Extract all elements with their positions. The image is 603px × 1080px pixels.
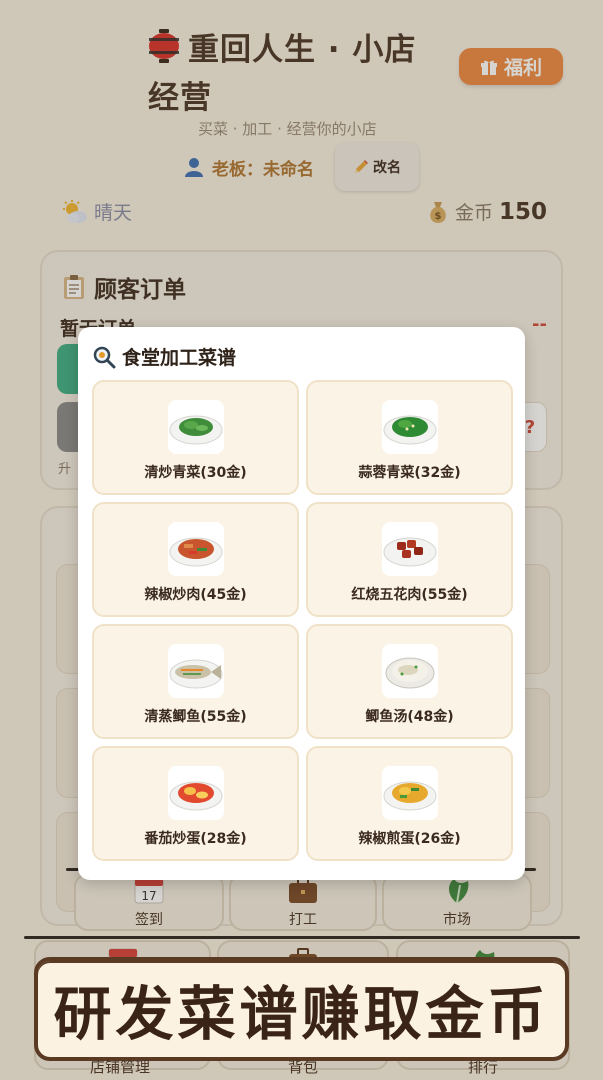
gift-icon bbox=[480, 58, 498, 76]
boss-name: 未命名 bbox=[263, 159, 314, 180]
nav-work-label: 打工 bbox=[289, 912, 317, 928]
nav-market-label: 市场 bbox=[443, 912, 471, 928]
recipe-card[interactable]: 辣椒煎蛋(26金) bbox=[306, 746, 513, 861]
coin-label: 金币 bbox=[454, 202, 493, 224]
coin-value: 150 bbox=[498, 198, 547, 225]
weather: 晴天 bbox=[62, 198, 132, 225]
app-title-continued: 经营 bbox=[148, 80, 212, 116]
garlic-greens-icon bbox=[382, 400, 438, 454]
app-title: 重回人生 · 小店 bbox=[188, 32, 417, 68]
recipe-name: 红烧五花肉(55金) bbox=[351, 587, 468, 603]
tomato-egg-icon bbox=[168, 766, 224, 820]
steamed-fish-icon bbox=[168, 644, 224, 698]
nav-checkin-button[interactable]: 17 签到 bbox=[74, 873, 224, 931]
svg-text:17: 17 bbox=[141, 889, 156, 903]
recipe-card[interactable]: 番茄炒蛋(28金) bbox=[92, 746, 299, 861]
chili-pork-icon bbox=[168, 522, 224, 576]
header: 重回人生 · 小店 经营 福利 买菜 · 加工 · 经营你的小店 老板： 未命名… bbox=[0, 0, 603, 240]
upgrade-hint: 升 bbox=[58, 462, 72, 477]
clipboard-icon bbox=[64, 275, 84, 299]
recipe-card[interactable]: 鲫鱼汤(48金) bbox=[306, 624, 513, 739]
nav-shop-label: 店铺管理 bbox=[90, 1058, 151, 1076]
rename-button[interactable]: 改名 bbox=[335, 143, 419, 191]
orders-dash: -- bbox=[532, 314, 547, 335]
coin-display: $ 金币 150 bbox=[427, 198, 547, 225]
nav-checkin-label: 签到 bbox=[135, 912, 163, 928]
boss-row: 老板： 未命名 bbox=[184, 145, 314, 189]
fish-soup-icon bbox=[382, 644, 438, 698]
recipe-name: 辣椒炒肉(45金) bbox=[144, 587, 247, 603]
subtitle: 买菜 · 加工 · 经营你的小店 bbox=[198, 120, 377, 138]
promo-banner: 研发菜谱赚取金币 bbox=[34, 957, 569, 1061]
braised-pork-icon bbox=[382, 522, 438, 576]
status-row: 晴天 $ 金币 150 bbox=[62, 198, 547, 232]
nav-rank-label: 排行 bbox=[468, 1058, 499, 1076]
recipe-card[interactable]: 红烧五花肉(55金) bbox=[306, 502, 513, 617]
recipe-card[interactable]: 蒜蓉青菜(32金) bbox=[306, 380, 513, 495]
rename-label: 改名 bbox=[373, 160, 401, 176]
question-mark: ? bbox=[524, 416, 536, 438]
modal-title: 食堂加工菜谱 bbox=[92, 343, 236, 370]
weather-label: 晴天 bbox=[94, 202, 133, 224]
sun-cloud-icon bbox=[63, 199, 87, 223]
magnifier-icon bbox=[93, 346, 116, 368]
recipe-card[interactable]: 辣椒炒肉(45金) bbox=[92, 502, 299, 617]
recipe-name: 清蒸鲫鱼(55金) bbox=[144, 709, 247, 725]
welfare-button[interactable]: 福利 bbox=[459, 48, 563, 85]
chili-egg-icon bbox=[382, 766, 438, 820]
nav-market-button[interactable]: 市场 bbox=[382, 873, 532, 931]
welfare-label: 福利 bbox=[503, 57, 542, 79]
recipe-name: 鲫鱼汤(48金) bbox=[365, 709, 454, 725]
stir-fried-greens-icon bbox=[168, 400, 224, 454]
orders-title: 顾客订单 bbox=[62, 270, 186, 304]
nav-bag-label: 背包 bbox=[288, 1058, 319, 1076]
recipe-name: 清炒青菜(30金) bbox=[144, 465, 247, 481]
modal-title-label: 食堂加工菜谱 bbox=[122, 347, 237, 369]
divider bbox=[24, 936, 580, 939]
recipe-modal: 食堂加工菜谱 清炒青菜(30金) 蒜蓉青菜(32金) 辣椒炒肉(45金) 红烧五… bbox=[78, 327, 525, 880]
recipe-name: 番茄炒蛋(28金) bbox=[144, 831, 247, 847]
recipe-name: 辣椒煎蛋(26金) bbox=[358, 831, 461, 847]
recipe-name: 蒜蓉青菜(32金) bbox=[358, 465, 461, 481]
pencil-icon bbox=[355, 160, 368, 173]
orders-title-label: 顾客订单 bbox=[94, 277, 186, 303]
money-bag-icon: $ bbox=[430, 201, 446, 223]
recipe-card[interactable]: 清蒸鲫鱼(55金) bbox=[92, 624, 299, 739]
nav-work-button[interactable]: 打工 bbox=[229, 873, 377, 931]
lantern-icon bbox=[149, 29, 179, 63]
boss-label: 老板： bbox=[212, 159, 263, 180]
person-icon bbox=[185, 158, 203, 177]
svg-text:$: $ bbox=[434, 211, 441, 222]
recipe-card[interactable]: 清炒青菜(30金) bbox=[92, 380, 299, 495]
